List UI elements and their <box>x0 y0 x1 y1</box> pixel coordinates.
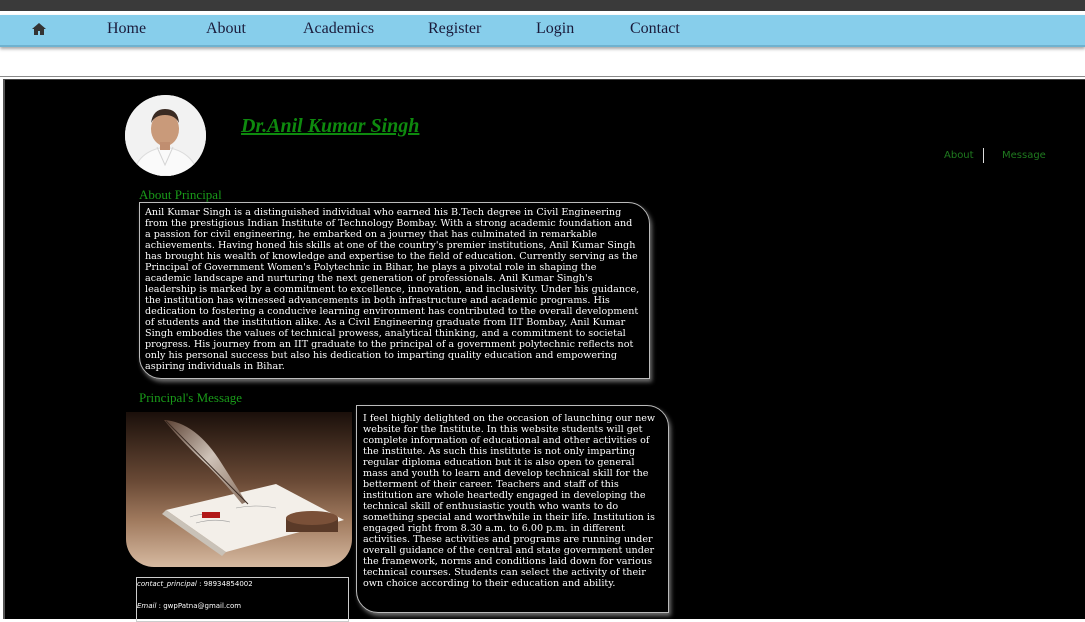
nav-about-link[interactable]: About <box>206 20 246 38</box>
side-link-about[interactable]: About <box>944 150 974 161</box>
about-principal-text: Anil Kumar Singh is a distinguished indi… <box>139 202 650 379</box>
about-principal-heading: About Principal <box>139 187 222 202</box>
top-dark-strip <box>0 0 1085 11</box>
nav-contact-link[interactable]: Contact <box>630 20 680 38</box>
contact-email-line: Email : gwpPatna@gmail.com <box>137 602 241 610</box>
principal-message-text: I feel highly delighted on the occasion … <box>356 405 669 613</box>
nav-login-link[interactable]: Login <box>536 20 574 38</box>
principal-message-heading: Principal's Message <box>139 390 243 405</box>
principal-avatar <box>125 95 206 176</box>
main-navbar: Home About Academics Register Login Cont… <box>0 15 1085 47</box>
nav-academics-link[interactable]: Academics <box>303 20 374 38</box>
home-icon[interactable] <box>32 20 48 36</box>
nav-home-link[interactable]: Home <box>107 20 146 38</box>
nav-register-link[interactable]: Register <box>428 20 481 38</box>
contact-email-value: : gwpPatna@gmail.com <box>156 602 242 610</box>
side-link-separator <box>983 148 984 163</box>
contact-phone-line: contact_principal : 98934854002 <box>137 580 253 588</box>
contact-info-box: contact_principal : 98934854002 Email : … <box>136 577 349 622</box>
side-link-message[interactable]: Message <box>1002 150 1046 161</box>
contact-email-label: Email <box>137 602 157 610</box>
quill-pen-image <box>126 412 352 567</box>
header-divider <box>0 76 1085 77</box>
contact-phone-value: : 98934854002 <box>196 580 253 588</box>
principal-name: Dr.Anil Kumar Singh <box>241 115 420 137</box>
contact-phone-label: contact_principal <box>137 580 197 588</box>
